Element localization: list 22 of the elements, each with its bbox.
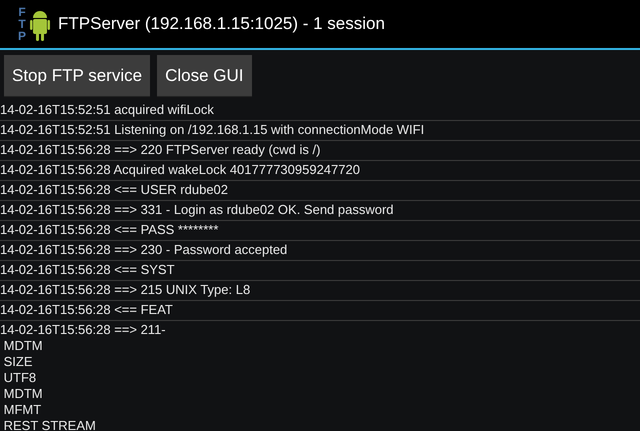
log-line: 14-02-16T15:56:28 ==> 211- [0,322,167,338]
log-line: 14-02-16T15:56:28 ==> 331 - Login as rdube02 OK. Send password [0,202,395,218]
log-line: MDTM [2,338,44,354]
action-button[interactable]: Stop FTP service [4,55,150,96]
log-line: 14-02-16T15:56:28 ==> 230 - Password accepted [0,242,288,258]
log-line: SIZE [2,354,34,370]
log-line: 14-02-16T15:56:28 <== FEAT [0,302,174,318]
action-button[interactable]: Close GUI [157,55,252,96]
log-line: MDTM [2,386,44,402]
log-line: 14-02-16T15:56:28 <== PASS ******** [0,222,220,238]
log-line: 14-02-16T15:56:28 <== USER rdube02 [0,182,230,198]
logo-text: FTP [16,6,27,42]
window-title: FTPServer (192.168.1.15:1025) - 1 session [58,14,385,34]
log-line: 14-02-16T15:56:28 ==> 215 UNIX Type: L8 [0,282,252,298]
log-line: 14-02-16T15:52:51 Listening on /192.168.1.15 with connectionMode WIFI [0,122,426,138]
log-line: UTF8 [2,370,38,386]
log-line: MFMT [2,402,42,418]
log-line: REST STREAM [2,418,97,431]
log-line: 14-02-16T15:56:28 ==> 220 FTPServer ready (cwd is /) [0,142,322,158]
log-line: 14-02-16T15:56:28 <== SYST [0,262,176,278]
log-line: 14-02-16T15:52:51 acquired wifiLock [0,102,215,118]
log-line: 14-02-16T15:56:28 Acquired wakeLock 401777730959247720 [0,162,361,178]
